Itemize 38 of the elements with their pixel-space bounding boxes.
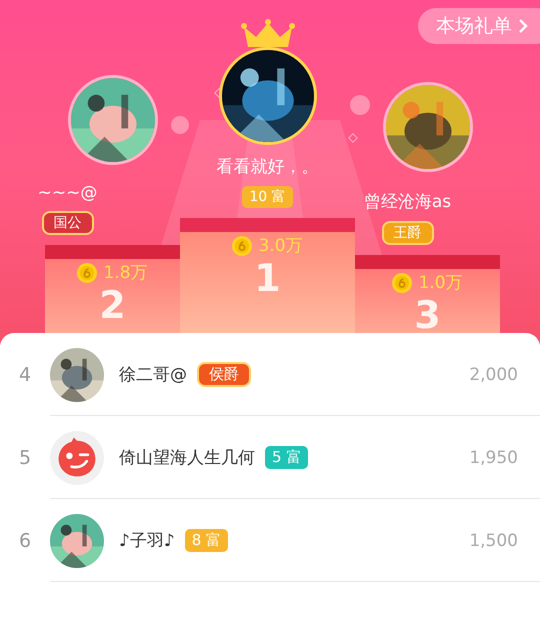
wealth-level-badge: 10 富 — [242, 186, 293, 208]
rank-number: 4 — [18, 364, 32, 386]
sparkle-icon — [348, 133, 358, 143]
podium-number: 3 — [414, 296, 441, 334]
user-avatar[interactable] — [50, 514, 104, 568]
user-name: 倚山望海人生几何 — [119, 447, 255, 469]
coin-icon — [232, 236, 252, 256]
rank-title-badge: 侯爵 — [197, 362, 251, 387]
podium-number: 2 — [99, 286, 126, 324]
wealth-level-badge: 8 富 — [184, 529, 228, 552]
coin-icon — [77, 262, 98, 282]
coin-icon — [392, 272, 412, 292]
wink-face-icon — [50, 430, 104, 484]
chevron-right-icon — [518, 18, 528, 34]
rank-number: 5 — [18, 446, 32, 468]
gift-amount: 1.8万 — [103, 262, 148, 284]
user-name: 看看就好，。 — [216, 156, 318, 178]
rank-title-badge: 国公 — [42, 211, 94, 235]
crown-icon — [240, 19, 296, 47]
wealth-level-badge: 5 富 — [265, 446, 308, 469]
podium-number: 1 — [254, 259, 281, 297]
user-avatar[interactable] — [50, 348, 104, 402]
gift-amount: 1.0万 — [418, 272, 463, 294]
rank-title-badge: 王爵 — [382, 221, 434, 245]
ranking-row[interactable]: 4 徐二哥@ 侯爵 2,000 — [0, 333, 540, 416]
user-name: 徐二哥@ — [119, 364, 187, 386]
gift-amount: 1,500 — [469, 530, 518, 550]
gift-amount: 3.0万 — [258, 235, 303, 257]
ranking-row[interactable]: 5 倚山望海人生几何 5 富 1,950 — [0, 416, 540, 499]
user-name: ~~~@ — [38, 183, 98, 203]
user-name: ♪子羽♪ — [119, 530, 175, 552]
gift-amount: 2,000 — [469, 364, 518, 384]
user-name: 曾经沧海as — [364, 191, 452, 213]
ranking-row[interactable]: 6 ♪子羽♪ 8 富 1,500 — [0, 499, 540, 582]
bubble — [171, 116, 189, 134]
gift-amount: 1,950 — [469, 448, 518, 468]
rank-number: 6 — [18, 530, 32, 552]
bubble — [350, 95, 370, 115]
